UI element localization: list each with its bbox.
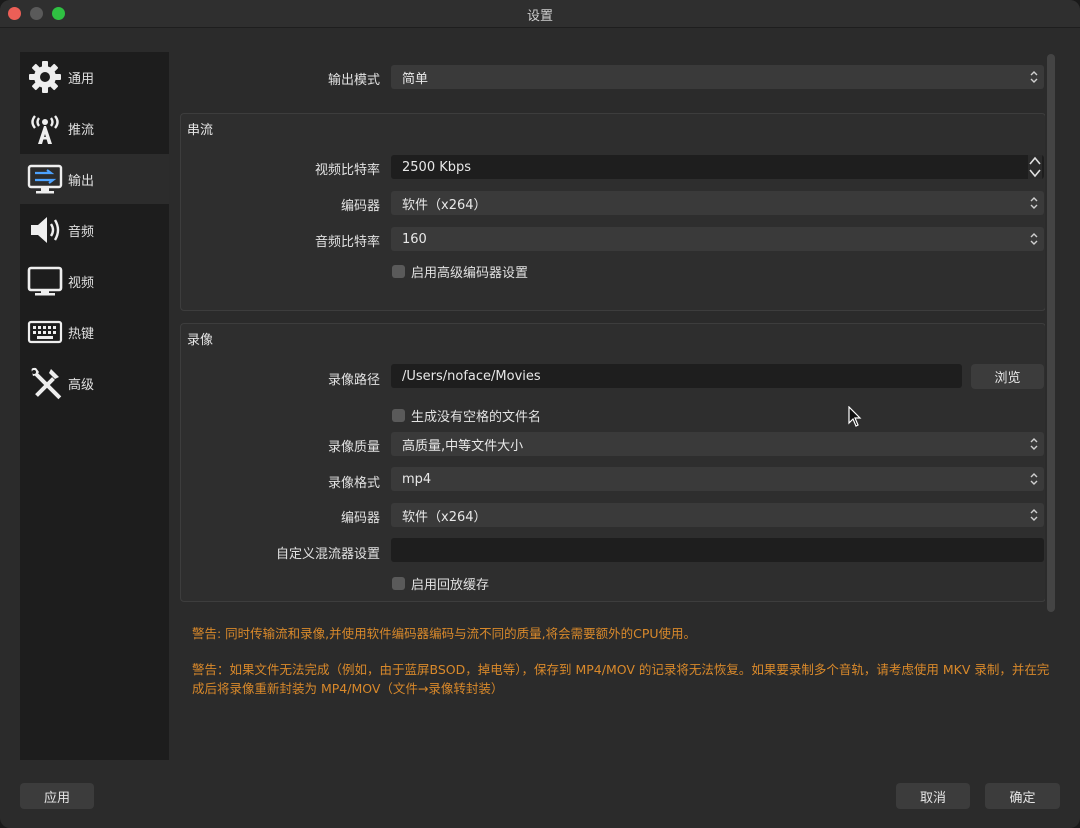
select-arrows-icon (1030, 438, 1038, 450)
recording-encoder-select[interactable]: 软件（x264） (391, 503, 1044, 527)
recording-format-label: 录像格式 (327, 476, 380, 491)
custom-muxer-input[interactable] (391, 538, 1044, 562)
sidebar-item-advanced[interactable]: 高级 (20, 358, 169, 408)
audio-bitrate-select[interactable]: 160 (391, 227, 1044, 251)
output-mode-label: 输出模式 (327, 73, 380, 88)
audio-bitrate-label: 音频比特率 (314, 235, 380, 250)
recording-path-input[interactable]: /Users/noface/Movies (391, 364, 962, 388)
advanced-encoder-label: 启用高级编码器设置 (411, 266, 529, 281)
settings-sidebar: 通用 推流 输出 音频 视频 热键 高级 (20, 52, 169, 760)
apply-button[interactable]: 应用 (20, 783, 94, 809)
keyboard-icon (25, 312, 65, 352)
browse-button[interactable]: 浏览 (971, 364, 1044, 389)
stream-encoder-value: 软件（x264） (402, 197, 487, 213)
custom-muxer-label: 自定义混流器设置 (275, 547, 380, 562)
select-arrows-icon (1030, 509, 1038, 521)
select-arrows-icon (1030, 71, 1038, 83)
advanced-encoder-checkbox[interactable]: 启用高级编码器设置 (392, 262, 528, 281)
checkbox-box[interactable] (392, 265, 405, 278)
audio-bitrate-value: 160 (402, 231, 427, 247)
cancel-button[interactable]: 取消 (896, 783, 970, 809)
output-mode-value: 简单 (402, 71, 429, 87)
output-mode-select[interactable]: 简单 (391, 65, 1044, 89)
streaming-group-title: 串流 (187, 123, 214, 138)
monitor-icon (25, 261, 65, 301)
select-arrows-icon (1030, 473, 1038, 485)
recording-format-select[interactable]: mp4 (391, 467, 1044, 491)
sidebar-item-general[interactable]: 通用 (20, 52, 169, 102)
sidebar-item-stream[interactable]: 推流 (20, 103, 169, 153)
tools-icon (25, 363, 65, 403)
checkbox-box[interactable] (392, 409, 405, 422)
recording-quality-select[interactable]: 高质量,中等文件大小 (391, 432, 1044, 456)
recording-path-label: 录像路径 (327, 373, 380, 388)
checkbox-box[interactable] (392, 577, 405, 590)
sidebar-item-label: 热键 (68, 326, 95, 342)
recording-quality-value: 高质量,中等文件大小 (402, 438, 524, 454)
recording-format-value: mp4 (402, 471, 432, 487)
no-space-filename-label: 生成没有空格的文件名 (411, 410, 542, 425)
scrollbar-thumb[interactable] (1047, 54, 1055, 612)
replay-buffer-checkbox[interactable]: 启用回放缓存 (392, 574, 489, 593)
speaker-icon (25, 210, 65, 250)
sidebar-item-hotkeys[interactable]: 热键 (20, 307, 169, 357)
sidebar-item-label: 音频 (68, 224, 95, 240)
output-icon (25, 159, 65, 199)
stream-encoder-select[interactable]: 软件（x264） (391, 191, 1044, 215)
sidebar-item-label: 高级 (68, 377, 95, 393)
recording-encoder-label: 编码器 (340, 511, 380, 526)
sidebar-item-label: 推流 (68, 122, 95, 138)
sidebar-item-label: 通用 (68, 71, 95, 87)
sidebar-item-label: 视频 (68, 275, 95, 291)
recording-encoder-value: 软件（x264） (402, 509, 487, 525)
warning-mp4: 警告：如果文件无法完成（例如，由于蓝屏BSOD，掉电等），保存到 MP4/MOV… (192, 662, 1050, 696)
gear-icon (25, 57, 65, 97)
content-scrollbar[interactable] (1045, 54, 1057, 612)
sidebar-item-video[interactable]: 视频 (20, 256, 169, 306)
stepper-arrows-icon[interactable] (1028, 155, 1042, 179)
ok-button[interactable]: 确定 (985, 783, 1060, 809)
sidebar-item-audio[interactable]: 音频 (20, 205, 169, 255)
recording-quality-label: 录像质量 (327, 440, 380, 455)
sidebar-item-output[interactable]: 输出 (20, 154, 169, 204)
window-title: 设置 (526, 9, 553, 24)
recording-group-title: 录像 (187, 333, 214, 348)
select-arrows-icon (1030, 197, 1038, 209)
mouse-cursor-icon (848, 406, 862, 427)
replay-buffer-label: 启用回放缓存 (411, 578, 490, 593)
title-bar: 设置 (0, 0, 1080, 28)
video-bitrate-value: 2500 Kbps (402, 159, 472, 175)
video-bitrate-input[interactable]: 2500 Kbps (391, 155, 1044, 179)
warning-cpu: 警告: 同时传输流和录像,并使用软件编码器编码与流不同的质量,将会需要额外的CP… (192, 626, 697, 641)
broadcast-icon (25, 108, 65, 148)
settings-window: 设置 通用 推流 输出 音频 视频 热键 高级 输出模式 简单 串流 视频比特率… (0, 0, 1080, 828)
select-arrows-icon (1030, 233, 1038, 245)
recording-path-value: /Users/noface/Movies (402, 368, 541, 384)
sidebar-item-label: 输出 (68, 173, 95, 189)
no-space-filename-checkbox[interactable]: 生成没有空格的文件名 (392, 406, 541, 425)
video-bitrate-label: 视频比特率 (314, 163, 380, 178)
stream-encoder-label: 编码器 (340, 199, 380, 214)
